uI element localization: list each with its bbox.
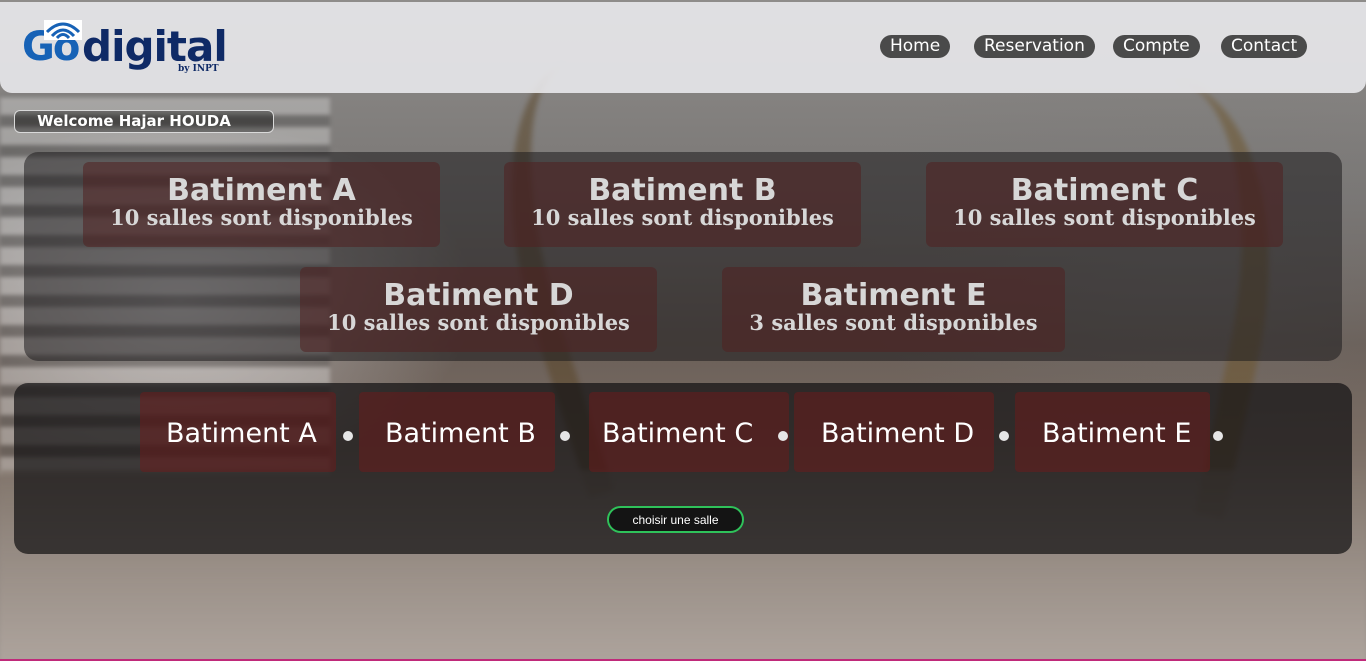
tab-batiment-a[interactable]: Batiment A xyxy=(166,417,317,451)
building-selector-panel: Batiment A Batiment B Batiment C Batimen… xyxy=(14,383,1352,554)
welcome-message: Welcome Hajar HOUDA xyxy=(14,110,274,133)
nav-compte[interactable]: Compte xyxy=(1113,35,1200,58)
separator-dot xyxy=(1213,431,1223,441)
building-availability: 10 salles sont disponibles xyxy=(110,205,413,230)
building-availability: 10 salles sont disponibles xyxy=(953,205,1256,230)
tab-batiment-d[interactable]: Batiment D xyxy=(821,417,974,451)
go-digital-logo[interactable]: Go digital by INPT xyxy=(22,18,232,78)
separator-dot xyxy=(343,431,353,441)
tab-batiment-e[interactable]: Batiment E xyxy=(1042,417,1191,451)
top-header: Go digital by INPT Home Reservation Comp… xyxy=(0,2,1366,93)
nav-home[interactable]: Home xyxy=(880,35,951,58)
building-availability: 3 salles sont disponibles xyxy=(749,310,1038,335)
buildings-availability-panel: Batiment A 10 salles sont disponibles Ba… xyxy=(24,152,1342,361)
tab-batiment-c[interactable]: Batiment C xyxy=(602,417,753,451)
building-card-c[interactable]: Batiment C 10 salles sont disponibles xyxy=(926,162,1283,247)
separator-dot xyxy=(560,431,570,441)
building-card-d[interactable]: Batiment D 10 salles sont disponibles xyxy=(300,267,657,352)
building-card-a[interactable]: Batiment A 10 salles sont disponibles xyxy=(83,162,440,247)
logo-by-inpt: by INPT xyxy=(178,64,219,74)
tab-batiment-b[interactable]: Batiment B xyxy=(385,417,536,451)
building-availability: 10 salles sont disponibles xyxy=(327,310,630,335)
separator-dot xyxy=(778,431,788,441)
choose-room-button[interactable]: choisir une salle xyxy=(607,506,744,533)
separator-dot xyxy=(999,431,1009,441)
building-card-b[interactable]: Batiment B 10 salles sont disponibles xyxy=(504,162,861,247)
building-availability: 10 salles sont disponibles xyxy=(531,205,834,230)
nav-contact[interactable]: Contact xyxy=(1221,35,1308,58)
wifi-icon xyxy=(44,20,82,40)
nav-reservation[interactable]: Reservation xyxy=(974,35,1095,58)
building-card-e[interactable]: Batiment E 3 salles sont disponibles xyxy=(722,267,1065,352)
